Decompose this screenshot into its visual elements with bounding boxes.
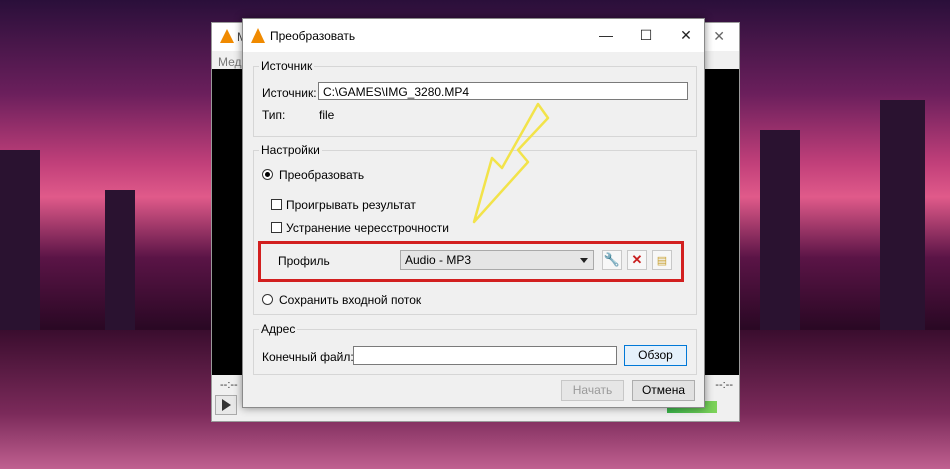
destination-group-label: Адрес [259,322,298,336]
play-result-label[interactable]: Проигрывать результат [286,198,416,212]
profile-label: Профиль [278,254,330,268]
chevron-down-icon [580,258,588,263]
vlc-play-button[interactable] [215,395,237,415]
play-result-checkbox[interactable] [271,199,282,210]
building-silhouette [880,100,925,340]
dialog-title-bar: Преобразовать — ☐ ✕ [243,19,704,52]
source-label: Источник: [262,86,317,100]
building-silhouette [105,190,135,340]
dump-raw-radio[interactable] [262,294,273,305]
new-profile-icon: ▤ [656,255,668,267]
source-group [253,66,697,137]
building-silhouette [760,130,800,340]
dest-file-label: Конечный файл: [262,350,354,364]
profile-dropdown[interactable]: Audio - MP3 [400,250,594,270]
maximize-button[interactable]: ☐ [635,25,657,45]
minimize-button[interactable]: — [595,25,617,45]
convert-radio[interactable] [262,169,273,180]
delete-profile-button[interactable]: ✕ [627,250,647,270]
vlc-total-time: --:-- [715,379,733,391]
vlc-cone-icon [251,28,265,43]
type-value: file [319,108,335,122]
building-silhouette [0,150,40,350]
wrench-icon: 🔧 [603,252,621,267]
vlc-cone-icon [220,29,234,43]
edit-profile-button[interactable]: 🔧 [602,250,622,270]
deinterlace-label[interactable]: Устранение чересстрочности [286,221,449,235]
type-label: Тип: [262,108,286,122]
delete-icon: ✕ [631,252,643,267]
convert-radio-label[interactable]: Преобразовать [279,168,364,182]
profile-dropdown-value: Audio - MP3 [405,253,472,267]
deinterlace-checkbox[interactable] [271,222,282,233]
vlc-elapsed-time: --:-- [220,379,238,391]
source-group-label: Источник [259,59,315,73]
dest-file-input[interactable] [353,346,617,365]
cancel-button[interactable]: Отмена [632,380,695,401]
start-button[interactable]: Начать [561,380,624,401]
settings-group-label: Настройки [259,143,322,157]
dump-raw-label[interactable]: Сохранить входной поток [279,293,421,307]
browse-button[interactable]: Обзор [624,345,687,366]
convert-dialog: Преобразовать — ☐ ✕ Источник Источник: C… [242,18,705,408]
vlc-close-icon[interactable]: ✕ [713,28,725,45]
dialog-title: Преобразовать [270,29,356,43]
source-path-field[interactable]: C:\GAMES\IMG_3280.MP4 [318,82,688,100]
new-profile-button[interactable]: ▤ [652,250,672,270]
close-button[interactable]: ✕ [675,25,697,45]
